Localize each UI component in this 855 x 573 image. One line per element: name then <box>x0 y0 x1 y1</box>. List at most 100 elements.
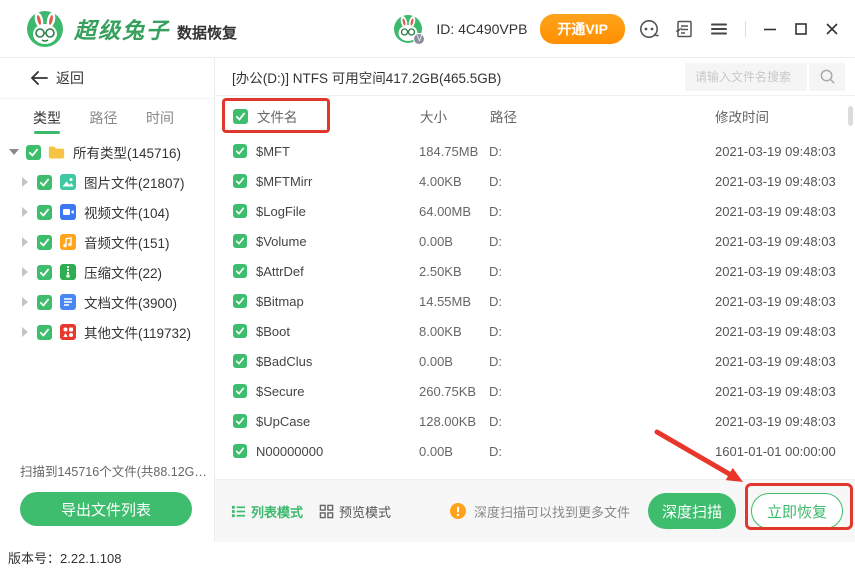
tree-item[interactable]: 图片文件(21807) <box>0 167 214 197</box>
cell-modified: 2021-03-19 09:48:03 <box>715 384 845 399</box>
tree-item-label: 视频文件(104) <box>84 202 170 222</box>
row-checkbox-checked[interactable] <box>233 414 247 428</box>
warning-icon <box>450 503 466 519</box>
cell-filename: $MFT <box>256 144 419 159</box>
file-table: $MFT 184.75MB D: 2021-03-19 09:48:03 $MF… <box>215 136 855 479</box>
row-checkbox-checked[interactable] <box>233 174 247 188</box>
tree-item[interactable]: 所有类型(145716) <box>0 137 214 167</box>
preview-mode-icon <box>319 504 334 519</box>
row-checkbox-checked[interactable] <box>233 294 247 308</box>
table-header: 文件名 大小 路径 修改时间 <box>215 96 855 136</box>
open-vip-button[interactable]: 开通VIP <box>540 14 625 44</box>
search-input[interactable] <box>685 63 807 91</box>
close-button[interactable] <box>823 20 841 38</box>
expand-arrow-icon[interactable] <box>19 177 31 187</box>
table-row[interactable]: $MFTMirr 4.00KB D: 2021-03-19 09:48:03 <box>215 166 855 196</box>
tree-checkbox-checked[interactable] <box>37 325 52 340</box>
search-button[interactable] <box>809 63 845 91</box>
expand-arrow-icon[interactable] <box>19 297 31 307</box>
table-scrollbar[interactable] <box>848 106 853 126</box>
table-row[interactable]: $Secure 260.75KB D: 2021-03-19 09:48:03 <box>215 376 855 406</box>
table-row[interactable]: $LogFile 64.00MB D: 2021-03-19 09:48:03 <box>215 196 855 226</box>
row-checkbox-checked[interactable] <box>233 444 247 458</box>
expand-arrow-icon[interactable] <box>8 149 20 155</box>
tree-checkbox-checked[interactable] <box>37 205 52 220</box>
column-header-name[interactable]: 文件名 <box>257 106 420 126</box>
sidebar-tab-类型[interactable]: 类型 <box>33 99 61 137</box>
cell-size: 128.00KB <box>419 414 489 429</box>
maximize-button[interactable] <box>792 20 810 38</box>
app-title: 超级兔子 数据恢复 <box>74 13 237 45</box>
tab-label: 类型 <box>33 108 61 128</box>
list-mode-toggle[interactable]: 列表模式 <box>231 502 303 521</box>
expand-arrow-icon[interactable] <box>19 207 31 217</box>
user-avatar[interactable]: V <box>393 14 423 44</box>
tree-checkbox-checked[interactable] <box>37 175 52 190</box>
row-checkbox-checked[interactable] <box>233 234 247 248</box>
tree-item[interactable]: 文档文件(3900) <box>0 287 214 317</box>
table-row[interactable]: $Boot 8.00KB D: 2021-03-19 09:48:03 <box>215 316 855 346</box>
tab-label: 路径 <box>90 108 118 128</box>
cell-path: D: <box>489 444 715 459</box>
select-all-checkbox[interactable] <box>233 109 248 124</box>
other-icon <box>59 324 76 341</box>
row-checkbox-checked[interactable] <box>233 354 247 368</box>
table-row[interactable]: $MFT 184.75MB D: 2021-03-19 09:48:03 <box>215 136 855 166</box>
deep-scan-button[interactable]: 深度扫描 <box>648 493 736 529</box>
back-button[interactable]: 返回 <box>0 58 214 99</box>
column-header-size[interactable]: 大小 <box>420 106 490 126</box>
app-window: 超级兔子 数据恢复 V ID: 4C490VPB 开通VIP <box>0 0 855 573</box>
preview-mode-label: 预览模式 <box>339 502 391 521</box>
expand-arrow-icon[interactable] <box>19 327 31 337</box>
tree-item-label: 其他文件(119732) <box>84 322 191 342</box>
minimize-button[interactable] <box>761 20 779 38</box>
table-row[interactable]: $UpCase 128.00KB D: 2021-03-19 09:48:03 <box>215 406 855 436</box>
table-row[interactable]: $AttrDef 2.50KB D: 2021-03-19 09:48:03 <box>215 256 855 286</box>
tree-item[interactable]: 其他文件(119732) <box>0 317 214 347</box>
tree-checkbox-checked[interactable] <box>37 235 52 250</box>
titlebar-separator <box>745 21 746 37</box>
tree-item[interactable]: 压缩文件(22) <box>0 257 214 287</box>
export-file-list-button[interactable]: 导出文件列表 <box>20 492 192 526</box>
tree-checkbox-checked[interactable] <box>26 145 41 160</box>
column-header-path[interactable]: 路径 <box>490 106 715 126</box>
cell-path: D: <box>489 174 715 189</box>
footer-bar: 列表模式 预览模式 深度扫描可以找到更多文件 <box>215 479 855 542</box>
audio-icon <box>59 234 76 251</box>
sidebar: 返回 类型 路径 时间 所有类型(145716) 图片文件(21807) <box>0 58 215 542</box>
customer-service-icon[interactable] <box>638 18 660 40</box>
table-row[interactable]: $Bitmap 14.55MB D: 2021-03-19 09:48:03 <box>215 286 855 316</box>
search-icon <box>819 68 836 85</box>
folder-icon <box>48 144 65 161</box>
list-mode-label: 列表模式 <box>251 502 303 521</box>
tree-item[interactable]: 音频文件(151) <box>0 227 214 257</box>
recover-now-button[interactable]: 立即恢复 <box>751 493 843 529</box>
video-icon <box>59 204 76 221</box>
back-label: 返回 <box>56 68 84 88</box>
table-row[interactable]: $BadClus 0.00B D: 2021-03-19 09:48:03 <box>215 346 855 376</box>
preview-mode-toggle[interactable]: 预览模式 <box>319 502 391 521</box>
menu-icon[interactable] <box>708 18 730 40</box>
tree-checkbox-checked[interactable] <box>37 265 52 280</box>
tree-checkbox-checked[interactable] <box>37 295 52 310</box>
cell-size: 184.75MB <box>419 144 489 159</box>
user-id: ID: 4C490VPB <box>436 21 527 37</box>
tree-item[interactable]: 视频文件(104) <box>0 197 214 227</box>
expand-arrow-icon[interactable] <box>19 267 31 277</box>
row-checkbox-checked[interactable] <box>233 384 247 398</box>
expand-arrow-icon[interactable] <box>19 237 31 247</box>
cell-modified: 2021-03-19 09:48:03 <box>715 174 845 189</box>
sidebar-tab-时间[interactable]: 时间 <box>146 99 174 137</box>
sidebar-tab-路径[interactable]: 路径 <box>90 99 118 137</box>
table-row[interactable]: $Volume 0.00B D: 2021-03-19 09:48:03 <box>215 226 855 256</box>
partition-info: [办公(D:)] NTFS 可用空间417.2GB(465.5GB) <box>232 67 501 87</box>
tree-item-label: 文档文件(3900) <box>84 292 177 312</box>
row-checkbox-checked[interactable] <box>233 204 247 218</box>
column-header-modified[interactable]: 修改时间 <box>715 106 845 126</box>
table-row[interactable]: N00000000 0.00B D: 1601-01-01 00:00:00 <box>215 436 855 466</box>
row-checkbox-checked[interactable] <box>233 264 247 278</box>
cell-path: D: <box>489 354 715 369</box>
row-checkbox-checked[interactable] <box>233 144 247 158</box>
row-checkbox-checked[interactable] <box>233 324 247 338</box>
feedback-icon[interactable] <box>673 18 695 40</box>
